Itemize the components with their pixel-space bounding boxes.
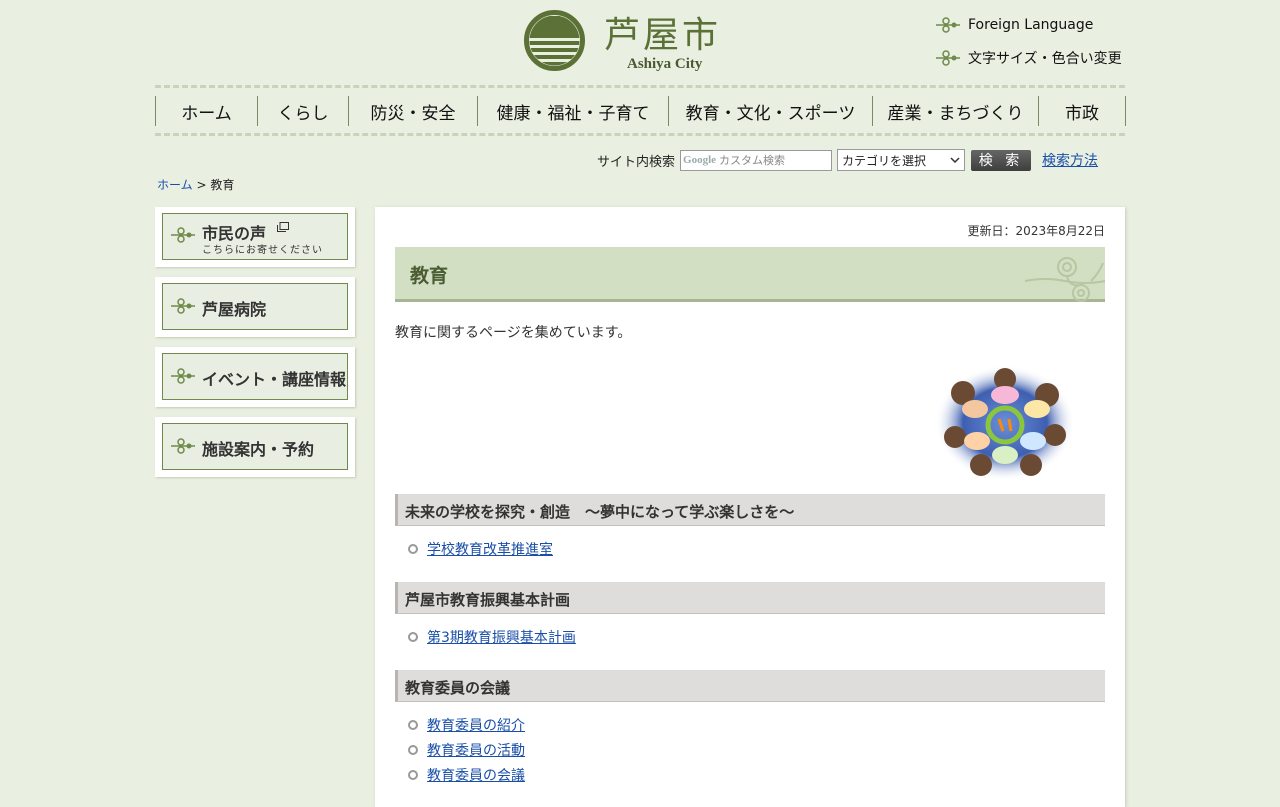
- bullet-icon: [408, 744, 418, 755]
- bullet-icon: [408, 543, 418, 554]
- text-size-color-label: 文字サイズ・色合い変更: [968, 51, 1122, 67]
- main-content: 更新日：2023年8月22日 教育 教育に関するページを集めています。 未来の学…: [375, 207, 1125, 807]
- category-select-value: カテゴリを選択: [842, 153, 927, 168]
- link-school-reform-office[interactable]: 学校教育改革推進室: [427, 539, 553, 559]
- list-item: 学校教育改革推進室: [408, 536, 553, 561]
- ashiya-logo-mark: [524, 10, 585, 71]
- banner-frame: 施設案内・予約: [162, 423, 348, 470]
- link-board-members-intro[interactable]: 教育委員の紹介: [427, 715, 525, 735]
- search-button[interactable]: 検 索: [971, 149, 1032, 171]
- vine-ornament-icon: [936, 17, 960, 33]
- section-title: 未来の学校を探究・創造 ～夢中になって学ぶ楽しさを～: [405, 503, 795, 521]
- link-list-board-meeting: 教育委員の紹介 教育委員の活動 教育委員の会議: [408, 712, 525, 787]
- breadcrumb-home-link[interactable]: ホーム: [157, 178, 193, 192]
- swirl-ornament-icon: [1025, 257, 1105, 302]
- link-third-education-plan[interactable]: 第3期教育振興基本計画: [427, 627, 576, 647]
- breadcrumb-current: 教育: [210, 178, 235, 192]
- foreign-language-link[interactable]: Foreign Language: [936, 17, 1093, 33]
- nav-item-education[interactable]: 教育・文化・スポーツ: [668, 96, 872, 126]
- foreign-language-label: Foreign Language: [968, 17, 1094, 33]
- breadcrumb: ホーム > 教育: [157, 176, 234, 193]
- updated-date: 更新日：2023年8月22日: [967, 224, 1105, 238]
- intro-text: 教育に関するページを集めています。: [395, 325, 632, 341]
- link-board-members-activities[interactable]: 教育委員の活動: [427, 740, 525, 760]
- list-item: 第3期教育振興基本計画: [408, 624, 576, 649]
- bullet-icon: [408, 631, 418, 642]
- banner-title: 芦屋病院: [202, 300, 267, 319]
- new-window-icon: [277, 222, 289, 232]
- banner-title: 施設案内・予約: [202, 440, 315, 459]
- nav-item-health[interactable]: 健康・福祉・子育て: [477, 96, 668, 126]
- list-item: 教育委員の会議: [408, 762, 525, 787]
- google-brand: Google: [683, 154, 717, 166]
- logo-text-jp: 芦屋市: [604, 15, 722, 56]
- education-dialogue-image[interactable]: [935, 365, 1075, 481]
- page-title-bar: 教育: [395, 247, 1105, 302]
- banner-subtitle: こちらにお寄せください: [202, 245, 323, 256]
- vine-ornament-icon: [171, 368, 195, 384]
- search-label: サイト内検索: [597, 154, 676, 170]
- logo-text-en: Ashiya City: [627, 56, 703, 72]
- list-item: 教育委員の紹介: [408, 712, 525, 737]
- section-heading-board-meeting: 教育委員の会議: [395, 670, 1105, 702]
- nav-item-government[interactable]: 市政: [1038, 96, 1126, 126]
- search-help-link[interactable]: 検索方法: [1042, 150, 1098, 170]
- link-list-future-school: 学校教育改革推進室: [408, 536, 553, 561]
- nav-item-industry[interactable]: 産業・まちづくり: [872, 96, 1038, 126]
- list-item: 教育委員の活動: [408, 737, 525, 762]
- global-nav: ホーム くらし 防災・安全 健康・福祉・子育て 教育・文化・スポーツ 産業・まち…: [155, 85, 1126, 137]
- sidebar-item-ashiya-hospital[interactable]: 芦屋病院: [155, 277, 355, 337]
- nav-divider-top: [155, 85, 1125, 88]
- nav-item-safety[interactable]: 防災・安全: [348, 96, 477, 126]
- text-size-color-link[interactable]: 文字サイズ・色合い変更: [936, 48, 1122, 68]
- category-select[interactable]: カテゴリを選択: [837, 149, 966, 171]
- vine-ornament-icon: [936, 50, 960, 66]
- banner-frame: イベント・講座情報: [162, 353, 348, 400]
- link-list-education-plan: 第3期教育振興基本計画: [408, 624, 576, 649]
- search-placeholder: カスタム検索: [719, 154, 786, 167]
- site-logo[interactable]: 芦屋市 Ashiya City: [524, 10, 734, 74]
- nav-item-home[interactable]: ホーム: [155, 96, 257, 126]
- page-title: 教育: [410, 265, 449, 287]
- section-title: 芦屋市教育振興基本計画: [405, 591, 571, 609]
- section-heading-education-plan: 芦屋市教育振興基本計画: [395, 582, 1105, 614]
- search-input[interactable]: Google カスタム検索: [680, 149, 833, 171]
- bullet-icon: [408, 769, 418, 780]
- link-board-meetings[interactable]: 教育委員の会議: [427, 765, 525, 785]
- nav-item-life[interactable]: くらし: [257, 96, 348, 126]
- vine-ornament-icon: [171, 227, 195, 243]
- section-heading-future-school: 未来の学校を探究・創造 ～夢中になって学ぶ楽しさを～: [395, 494, 1105, 526]
- vine-ornament-icon: [171, 298, 195, 314]
- site-search: サイト内検索 Google カスタム検索 カテゴリを選択 検 索 検索方法: [597, 149, 1098, 171]
- bullet-icon: [408, 719, 418, 730]
- nav-divider-bottom: [155, 133, 1125, 136]
- chevron-down-icon: [950, 157, 960, 163]
- sidebar-item-events[interactable]: イベント・講座情報: [155, 347, 355, 407]
- sidebar-item-facilities[interactable]: 施設案内・予約: [155, 417, 355, 477]
- banner-frame: 芦屋病院: [162, 283, 348, 330]
- banner-title: イベント・講座情報: [202, 370, 347, 389]
- sidebar-item-citizens-voice[interactable]: 市民の声 こちらにお寄せください: [155, 207, 355, 267]
- section-title: 教育委員の会議: [405, 679, 511, 697]
- banner-frame: 市民の声 こちらにお寄せください: [162, 213, 348, 260]
- vine-ornament-icon: [171, 438, 195, 454]
- breadcrumb-separator: >: [196, 178, 207, 192]
